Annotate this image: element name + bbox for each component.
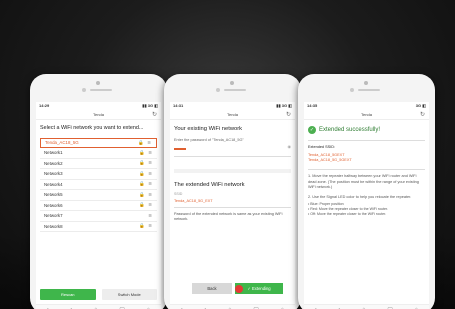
password-note: Password of the extended network is same… bbox=[174, 211, 283, 221]
action-buttons: Back ✓ Extending bbox=[192, 283, 283, 294]
screen: 14:31 ▮▮ 3G ◧ Tenda ↻ Your existing WiFi… bbox=[170, 102, 295, 309]
phone-wifi-list: 14:29 ▮▮ 3G ◧ Tenda ↻ Select a WiFi netw… bbox=[30, 74, 167, 309]
status-bar: 14:31 ▮▮ 3G ◧ bbox=[170, 102, 295, 110]
wifi-item[interactable]: Network4 🔒 ≋ bbox=[40, 180, 157, 190]
notch-dot bbox=[96, 81, 100, 85]
screen: 14:35 3G ◧ Tenda ↻ ✓ Extended successful… bbox=[304, 102, 429, 309]
wifi-name: Network1 bbox=[44, 150, 63, 156]
wifi-name: Network3 bbox=[44, 171, 63, 177]
password-field[interactable] bbox=[174, 148, 186, 150]
phone-notch bbox=[164, 78, 301, 96]
lock-wifi-icon: 🔒 ≋ bbox=[139, 223, 153, 229]
status-time: 14:31 bbox=[173, 103, 184, 108]
app-title: Tenda bbox=[361, 112, 372, 117]
extended-network-heading: The extended WiFi network bbox=[174, 181, 245, 188]
instruction-step-1: 1. Move the repeater halfway between you… bbox=[308, 174, 419, 190]
wifi-icon: ≋ bbox=[148, 212, 153, 218]
browser-nav-bar: ‹ › ⌂ ▢ ⌂ bbox=[36, 304, 161, 309]
divider bbox=[174, 206, 291, 208]
eye-icon[interactable]: ◉ bbox=[288, 144, 292, 149]
button-row: Rescan Switch Mode bbox=[40, 289, 157, 300]
refresh-icon[interactable]: ↻ bbox=[152, 111, 157, 118]
wifi-item[interactable]: Network2 🔒 ≋ bbox=[40, 159, 157, 169]
wifi-item[interactable]: Network5 🔒 ≋ bbox=[40, 190, 157, 201]
status-bar: 14:35 3G ◧ bbox=[304, 102, 429, 110]
app-title: Tenda bbox=[227, 112, 238, 117]
phone-success: 14:35 3G ◧ Tenda ↻ ✓ Extended successful… bbox=[298, 74, 435, 309]
status-icons: 3G ◧ bbox=[415, 103, 426, 108]
lock-wifi-icon: 🔒 ≋ bbox=[139, 202, 153, 208]
success-banner: ✓ Extended successfully! bbox=[308, 126, 425, 134]
bullet-off: • Off: Move the repeater closer to the W… bbox=[308, 212, 387, 217]
wifi-item[interactable]: Network3 🔒 ≋ bbox=[40, 169, 157, 180]
wifi-name: Network8 bbox=[44, 223, 63, 229]
wifi-item[interactable]: Network6 🔒 ≋ bbox=[40, 201, 157, 211]
lock-wifi-icon: 🔒 ≋ bbox=[139, 181, 153, 187]
lock-wifi-icon: 🔒 ≋ bbox=[139, 160, 153, 166]
app-title: Tenda bbox=[93, 112, 104, 117]
lock-wifi-icon: 🔒 ≋ bbox=[138, 139, 152, 145]
speaker bbox=[90, 89, 112, 91]
camera bbox=[350, 88, 354, 92]
extended-ssid-2: Tenda_AC18_5G_5GEXT bbox=[308, 158, 352, 163]
camera bbox=[82, 88, 86, 92]
status-time: 14:35 bbox=[307, 103, 318, 108]
content: Select a WiFi network you want to extend… bbox=[36, 120, 161, 135]
wifi-item[interactable]: Network8 🔒 ≋ bbox=[40, 222, 157, 232]
notch-dot bbox=[364, 81, 368, 85]
speaker bbox=[358, 89, 380, 91]
phone-password: 14:31 ▮▮ 3G ◧ Tenda ↻ Your existing WiFi… bbox=[164, 74, 301, 309]
wifi-name: Tenda_AC18_5G bbox=[45, 140, 79, 146]
speaker bbox=[224, 89, 246, 91]
app-bar: Tenda ↻ bbox=[170, 110, 295, 120]
refresh-icon[interactable]: ↻ bbox=[420, 111, 425, 118]
wifi-name: Network6 bbox=[44, 202, 63, 208]
lock-wifi-icon: 🔒 ≋ bbox=[139, 170, 153, 176]
wifi-item[interactable]: Network1 🔒 ≋ bbox=[40, 148, 157, 159]
browser-nav-bar: ‹ › ⌂ ▢ ⌂ bbox=[304, 304, 429, 309]
app-bar: Tenda ↻ bbox=[304, 110, 429, 120]
touch-indicator bbox=[235, 284, 243, 293]
wifi-name: Network7 bbox=[44, 213, 63, 219]
extended-network-card: The extended WiFi network SSID Tenda_AC1… bbox=[174, 168, 291, 223]
wifi-name: Network5 bbox=[44, 192, 63, 198]
divider bbox=[308, 169, 425, 171]
notch-dot bbox=[230, 81, 234, 85]
divider bbox=[308, 140, 425, 141]
phone-notch bbox=[30, 78, 167, 96]
extended-ssid-label: Extended SSID: bbox=[308, 145, 336, 149]
status-icons: ▮▮ 3G ◧ bbox=[142, 103, 158, 108]
password-prompt: Enter the password of "Tenda_AC18_5G" bbox=[174, 138, 244, 142]
rescan-button[interactable]: Rescan bbox=[40, 289, 96, 300]
browser-nav-bar: ‹ › ⌂ ▢ ⌂ bbox=[170, 304, 295, 309]
wifi-name: Network4 bbox=[44, 181, 63, 187]
phone-notch bbox=[298, 78, 435, 96]
refresh-icon[interactable]: ↻ bbox=[286, 111, 291, 118]
wifi-item-selected[interactable]: Tenda_AC18_5G 🔒 ≋ bbox=[40, 137, 157, 148]
existing-network-heading: Your existing WiFi network bbox=[174, 126, 243, 132]
back-button[interactable]: Back bbox=[192, 283, 232, 294]
status-time: 14:29 bbox=[39, 103, 50, 108]
screen: 14:29 ▮▮ 3G ◧ Tenda ↻ Select a WiFi netw… bbox=[36, 102, 161, 309]
instruction-step-2: 2. Use the Signal LED color to help you … bbox=[308, 194, 412, 199]
status-icons: ▮▮ 3G ◧ bbox=[276, 103, 292, 108]
ssid-label: SSID bbox=[174, 191, 183, 196]
wifi-item[interactable]: Network7 ≋ bbox=[40, 211, 157, 222]
content: ✓ Extended successfully! Extended SSID: … bbox=[304, 120, 429, 221]
divider bbox=[174, 155, 291, 157]
success-text: Extended successfully! bbox=[319, 127, 381, 133]
app-bar: Tenda ↻ bbox=[36, 110, 161, 120]
lock-wifi-icon: 🔒 ≋ bbox=[139, 191, 153, 197]
content: Your existing WiFi network Enter the pas… bbox=[170, 120, 295, 225]
switch-mode-button[interactable]: Switch Mode bbox=[101, 289, 157, 300]
check-circle-icon: ✓ bbox=[308, 126, 316, 134]
ssid-value[interactable]: Tenda_AC18_5G_EXT bbox=[174, 199, 291, 204]
status-bar: 14:29 ▮▮ 3G ◧ bbox=[36, 102, 161, 110]
wifi-name: Network2 bbox=[44, 160, 63, 166]
camera bbox=[216, 88, 220, 92]
wifi-list: Tenda_AC18_5G 🔒 ≋ Network1 🔒 ≋ Network2 🔒 … bbox=[36, 137, 161, 232]
lock-wifi-icon: 🔒 ≋ bbox=[139, 149, 153, 155]
select-prompt: Select a WiFi network you want to extend… bbox=[40, 125, 144, 131]
